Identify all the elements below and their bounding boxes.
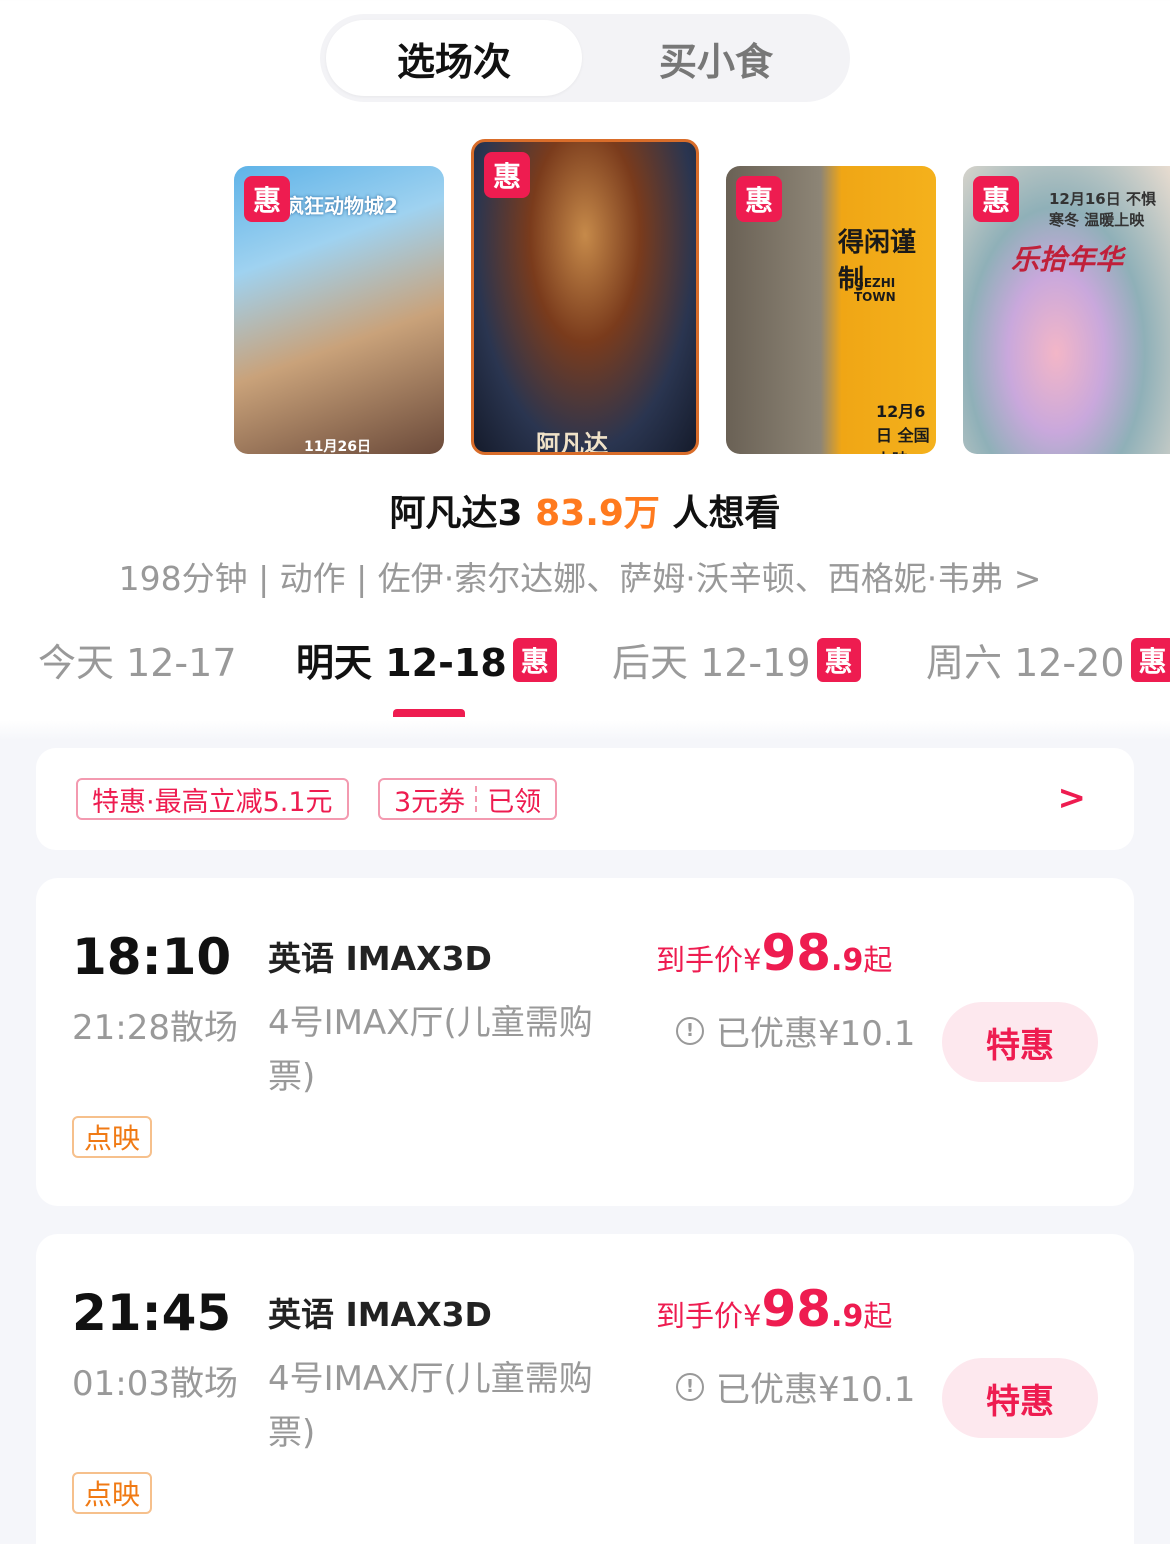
saved-text: 已优惠¥10.1 (716, 1370, 916, 1410)
language-format: 英语 IMAX3D (268, 1295, 492, 1334)
price: 到手价¥98.9起 (656, 924, 892, 982)
poster-subtitle: GEZHI TOWN (854, 276, 896, 304)
saved-text: 已优惠¥10.1 (716, 1014, 916, 1054)
start-time: 21:45 (72, 1284, 232, 1342)
price-suffix: 起 (863, 1299, 893, 1333)
discount-badge: 惠 (484, 152, 530, 198)
poster-date: 11月26日 (304, 439, 371, 454)
active-tab-indicator (393, 709, 465, 717)
date-tab-label: 周六 12-20 (926, 641, 1125, 685)
home-indicator[interactable] (518, 1512, 652, 1524)
tab-select-showtime[interactable]: 选场次 (326, 20, 582, 96)
info-icon: ! (676, 1016, 704, 1045)
discount-badge: 惠 (244, 176, 290, 222)
date-tab-label: 明天 12-18 (296, 641, 507, 685)
price-label: 到手价¥ (656, 1299, 762, 1333)
end-time: 21:28散场 (72, 1008, 238, 1048)
poster-zootopia-2[interactable]: 疯狂动物城2 11月26日 惠 (234, 166, 444, 454)
coupon-status: 已领 (487, 786, 542, 818)
price-suffix: 起 (863, 943, 893, 977)
price-integer: 98 (761, 924, 832, 982)
end-time: 01:03散场 (72, 1364, 238, 1404)
poster-date: 12月6日 全国上映 (876, 402, 930, 454)
language-format: 英语 IMAX3D (268, 939, 492, 978)
movie-name: 阿凡达3 (389, 493, 523, 534)
start-time: 18:10 (72, 928, 232, 986)
date-tab-label: 今天 12-17 (38, 641, 237, 685)
chevron-right-icon[interactable]: > (1058, 778, 1087, 818)
poster-title: 乐拾年华 (1011, 243, 1124, 276)
date-tab-label: 后天 12-19 (612, 641, 811, 685)
date-tab-saturday[interactable]: 周六 12-20 惠 (926, 632, 1170, 687)
discount-badge: 惠 (816, 637, 861, 682)
buy-special-button[interactable]: 特惠 (942, 1358, 1098, 1438)
date-tab-day-after[interactable]: 后天 12-19 惠 (612, 632, 861, 687)
poster-gezhi-town[interactable]: 得闲谨制 GEZHI TOWN 12月6日 全国上映 惠 (726, 166, 936, 454)
hall-name: 4号IMAX厅(儿童需购票) (268, 1359, 593, 1453)
movie-title: 阿凡达3 83.9万 人想看 (0, 484, 1170, 536)
discount-badge: 惠 (1130, 637, 1170, 682)
price-label: 到手价¥ (656, 943, 762, 977)
price-decimal: .9 (831, 943, 864, 978)
date-tab-tomorrow[interactable]: 明天 12-18 惠 (296, 632, 557, 687)
poster-avatar-3[interactable]: 阿凡达 惠 (471, 139, 699, 455)
coupon-chip: 3元券 已领 (378, 778, 558, 820)
tab-buy-snacks[interactable]: 买小食 (588, 20, 844, 96)
poster-title: 阿凡达 (536, 430, 608, 455)
coupon-bar[interactable]: 特惠·最高立减5.1元 3元券 已领 > (36, 748, 1134, 850)
discount-chip: 特惠·最高立减5.1元 (76, 778, 349, 820)
price-integer: 98 (761, 1280, 832, 1338)
info-icon: ! (676, 1372, 704, 1401)
segment-control: 选场次 买小食 (320, 14, 850, 102)
showtime-card[interactable]: 18:10 21:28散场 英语 IMAX3D 4号IMAX厅(儿童需购票) 到… (36, 878, 1134, 1206)
dashed-divider (475, 786, 478, 812)
discount-badge: 惠 (973, 176, 1019, 222)
showtime-card[interactable]: 21:45 01:03散场 英语 IMAX3D 4号IMAX厅(儿童需购票) 到… (36, 1234, 1134, 1544)
date-tab-today[interactable]: 今天 12-17 (38, 632, 237, 687)
movie-meta-link[interactable]: 198分钟 | 动作 | 佐伊·索尔达娜、萨姆·沃辛顿、西格妮·韦弗 > (0, 552, 1160, 600)
saved-amount[interactable]: ! 已优惠¥10.1 (676, 1362, 915, 1411)
want-suffix: 人想看 (672, 493, 781, 534)
poster-title: 疯狂动物城2 (284, 194, 398, 218)
preview-tag: 点映 (72, 1472, 153, 1514)
saved-amount[interactable]: ! 已优惠¥10.1 (676, 1006, 915, 1055)
discount-badge: 惠 (736, 176, 782, 222)
discount-badge: 惠 (512, 637, 557, 682)
preview-tag: 点映 (72, 1116, 153, 1158)
poster-fourth-movie[interactable]: 12月16日 不惧寒冬 温暖上映 乐拾年华 惠 (963, 166, 1170, 454)
coupon-amount: 3元券 (394, 786, 466, 818)
buy-special-button[interactable]: 特惠 (942, 1002, 1098, 1082)
want-count: 83.9万 (535, 493, 660, 534)
hall-name: 4号IMAX厅(儿童需购票) (268, 1003, 593, 1097)
price: 到手价¥98.9起 (656, 1280, 892, 1338)
poster-date: 12月16日 不惧寒冬 温暖上映 (1049, 190, 1156, 229)
price-decimal: .9 (831, 1299, 864, 1334)
